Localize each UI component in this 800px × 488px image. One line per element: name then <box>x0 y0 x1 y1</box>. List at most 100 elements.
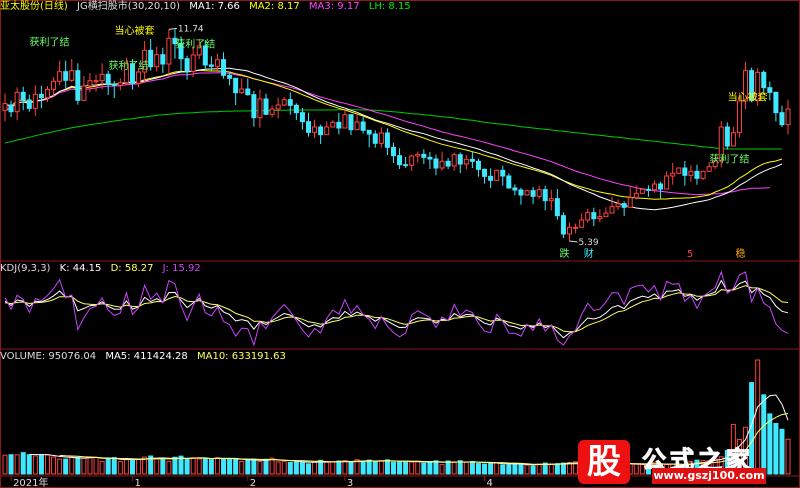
candle-body <box>518 189 524 196</box>
stock-chart[interactable]: 11.745.39获利了结当心被套获利了结获利了结当心被套获利了结跌财 5 稳202… <box>0 0 800 488</box>
volume-bar <box>111 457 117 475</box>
volume-bar <box>275 461 281 475</box>
candle-body <box>160 54 166 65</box>
kdj-j-line <box>4 270 789 347</box>
volume-bar <box>469 461 475 475</box>
candle-body <box>488 175 494 181</box>
volume-title: VOLUME: 95076.04 <box>0 351 97 362</box>
ma3-value: MA3: 9.17 <box>308 1 360 12</box>
volume-bar <box>123 458 129 475</box>
volume-bar <box>245 459 251 475</box>
volume-bar <box>403 460 409 475</box>
volume-bar <box>87 456 93 475</box>
candle-body <box>397 155 403 166</box>
volume-bar <box>214 457 220 475</box>
volume-bar <box>99 460 105 475</box>
candle-body <box>378 132 384 144</box>
candle-body <box>500 169 506 177</box>
volume-bar <box>281 460 287 475</box>
volume-bar <box>348 461 354 475</box>
candle-body <box>651 183 657 191</box>
watermark: 股 公式之家 www.gszj100.com <box>570 440 780 484</box>
volume-bar <box>51 456 57 475</box>
candle-body <box>676 167 682 174</box>
bottom-signal-label: 稳 <box>735 247 745 260</box>
candle-body <box>348 114 354 131</box>
volume-bar <box>427 461 433 475</box>
volume-bar <box>8 454 14 475</box>
volume-bar <box>239 461 245 475</box>
volume-bar <box>372 460 378 475</box>
candle-body <box>81 85 87 101</box>
volume-bar <box>227 458 233 475</box>
candle-body <box>633 192 639 199</box>
candle-body <box>342 114 348 129</box>
candle-body <box>105 73 111 85</box>
kdj-title: KDJ(9,3,3) <box>0 263 51 274</box>
candle-body <box>773 91 779 114</box>
volume-bar <box>2 454 8 475</box>
candle-body <box>251 94 257 119</box>
candle-body <box>730 132 736 147</box>
candle-body <box>263 98 269 115</box>
chart-frame <box>0 0 800 488</box>
volume-bar <box>506 464 512 475</box>
candle-body <box>427 156 433 160</box>
volume-bar <box>26 454 32 475</box>
volume-bar <box>57 458 63 475</box>
volume-bar <box>330 461 336 475</box>
candle-body <box>536 189 542 197</box>
candle-body <box>233 77 239 94</box>
ma1-value: MA1: 7.66 <box>189 1 240 12</box>
volume-bar <box>439 464 445 475</box>
volume-bar <box>136 458 142 475</box>
candle-body <box>214 59 220 67</box>
candle-body <box>694 170 700 179</box>
candle-body <box>682 167 688 176</box>
volume-bar <box>38 454 44 475</box>
main-panel-header: 亚太股份(日线) JG横扫股市(30,20,10) MA1: 7.66 MA2:… <box>0 1 417 13</box>
indicator-name: JG横扫股市(30,20,10) <box>77 1 181 12</box>
volume-bar <box>306 463 311 475</box>
volume-bar <box>32 455 38 475</box>
volume-bar <box>512 463 518 475</box>
candle-body <box>208 64 214 67</box>
candle-body <box>32 93 38 109</box>
volume-bar <box>494 462 500 475</box>
kdj-k-line <box>4 279 789 339</box>
time-axis-label: 3 <box>347 478 353 488</box>
volume-bar <box>269 457 275 475</box>
volume-bar <box>293 460 299 475</box>
candle-body <box>184 58 190 72</box>
ma2-value: MA2: 8.17 <box>249 1 300 12</box>
candle-body <box>475 160 481 170</box>
candle-body <box>560 215 566 235</box>
volume-bar <box>384 459 390 475</box>
kdj-d-value: D: 58.27 <box>110 263 154 274</box>
candle-body <box>239 88 245 94</box>
candle-body <box>366 129 372 135</box>
kdj-j-value: J: 15.92 <box>162 263 201 274</box>
candle-body <box>269 108 275 115</box>
candle-body <box>767 87 773 93</box>
volume-bar <box>488 462 494 475</box>
volume-bar <box>518 463 524 475</box>
volume-bar <box>415 460 421 475</box>
candle-body <box>664 175 670 190</box>
candle-body <box>506 175 512 189</box>
candle-body <box>482 168 488 177</box>
signal-label: 获利了结 <box>30 36 70 49</box>
candle-body <box>257 98 263 119</box>
volume-bar <box>251 458 257 475</box>
candle-body <box>51 80 57 90</box>
candle-body <box>136 71 142 84</box>
candle-body <box>524 190 530 196</box>
candle-body <box>14 91 20 113</box>
candle-body <box>609 206 615 214</box>
candle-body <box>69 70 75 81</box>
candle-body <box>111 83 117 86</box>
candle-body <box>318 126 324 136</box>
candle-body <box>585 212 591 221</box>
candle-body <box>688 170 694 176</box>
candle-body <box>494 169 500 181</box>
